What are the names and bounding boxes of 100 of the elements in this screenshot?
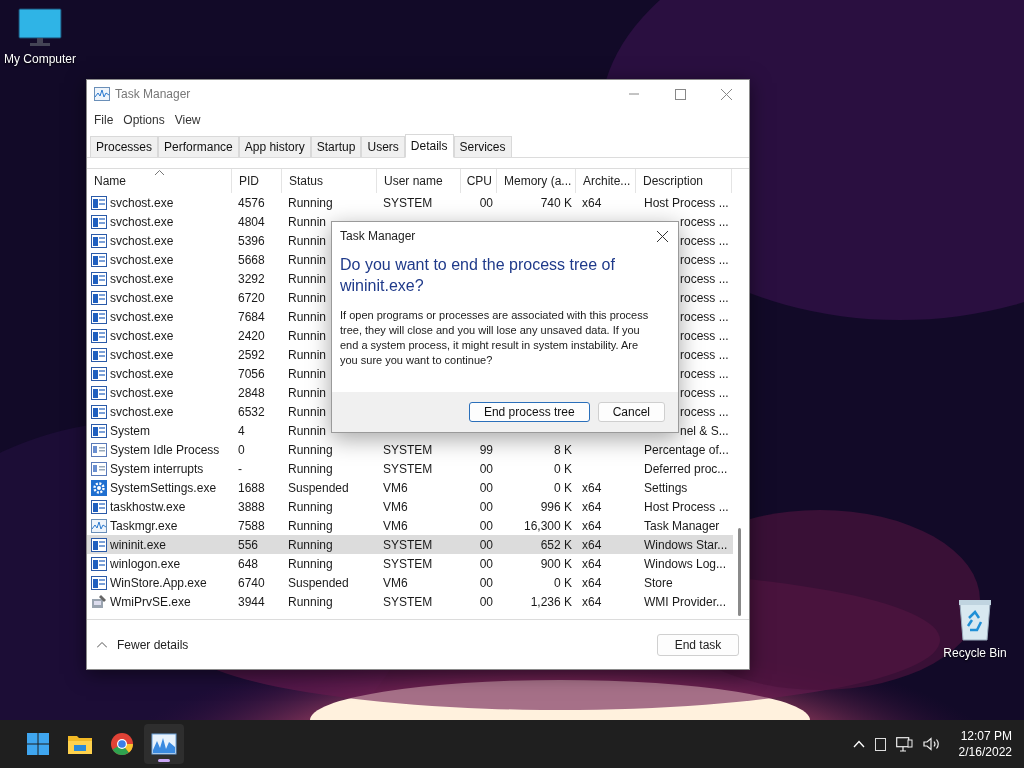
description-cell-text: WMI Provider...	[643, 593, 727, 611]
status-cell-text: Running	[287, 593, 334, 611]
process-name-cell: svchost.exe	[91, 383, 174, 402]
memory-cell-text: 996 K	[539, 498, 573, 516]
pid-cell-text: 7056	[237, 365, 266, 383]
dialog-message: If open programs or processes are associated with this process tree, they will close and you will lose any unsaved data. If you end a system process, it might result in system instability. Are you sure you want to continue?	[340, 308, 650, 368]
status-cell-text: Runnin	[287, 289, 328, 307]
description-cell-text: rocess ...	[679, 251, 730, 269]
pid-cell-text: 2592	[237, 346, 266, 364]
description-cell-text: rocess ...	[679, 403, 730, 421]
process-name-cell: svchost.exe	[91, 193, 174, 212]
pid-cell-text: 6532	[237, 403, 266, 421]
status-cell-text: Runnin	[287, 308, 328, 326]
user-cell-text: SYSTEM	[382, 194, 434, 212]
process-name-cell: taskhostw.exe	[91, 497, 186, 516]
process-name-cell: Taskmgr.exe	[91, 516, 178, 535]
architecture-cell-text: x64	[581, 574, 603, 592]
process-name-cell: System Idle Process	[91, 440, 220, 459]
pid-cell-text: 5668	[237, 251, 266, 269]
pid-cell-text: 6740	[237, 574, 266, 592]
user-cell-text: VM6	[382, 574, 409, 592]
cpu-cell-text: 00	[478, 593, 494, 611]
dialog-title: Task Manager	[340, 229, 416, 243]
pid-cell-text: 648	[237, 555, 260, 573]
memory-cell-text: 740 K	[539, 194, 573, 212]
description-cell-text: Windows Log...	[643, 555, 728, 573]
architecture-cell-text: x64	[581, 498, 603, 516]
user-cell-text: SYSTEM	[382, 555, 434, 573]
description-cell-text: rocess ...	[679, 308, 730, 326]
memory-cell-text: 1,236 K	[529, 593, 573, 611]
process-name-cell: svchost.exe	[91, 250, 174, 269]
architecture-cell-text: x64	[581, 555, 603, 573]
process-name-cell: System interrupts	[91, 459, 204, 478]
pid-cell-text: 3888	[237, 498, 266, 516]
user-cell-text: VM6	[382, 517, 409, 535]
status-cell-text: Suspended	[287, 479, 350, 497]
pid-cell-text: 4804	[237, 213, 266, 231]
user-cell-text: SYSTEM	[382, 441, 434, 459]
description-cell-text: rocess ...	[679, 270, 730, 288]
process-name-cell: svchost.exe	[91, 288, 174, 307]
process-name-cell: svchost.exe	[91, 364, 174, 383]
status-cell-text: Runnin	[287, 346, 328, 364]
architecture-cell-text: x64	[581, 517, 603, 535]
description-cell-text: Settings	[643, 479, 689, 497]
status-cell-text: Runnin	[287, 365, 328, 383]
process-name-cell: svchost.exe	[91, 307, 174, 326]
user-cell-text: VM6	[382, 479, 409, 497]
process-name-cell: WmiPrvSE.exe	[91, 592, 191, 611]
process-name-cell: svchost.exe	[91, 231, 174, 250]
memory-cell-text: 0 K	[553, 479, 573, 497]
cpu-cell-text: 00	[478, 460, 494, 478]
architecture-cell-text: x64	[581, 593, 603, 611]
pid-cell-text: 0	[237, 441, 246, 459]
process-name-cell: svchost.exe	[91, 326, 174, 345]
architecture-cell-text: x64	[581, 536, 603, 554]
description-cell-text: Windows Star...	[643, 536, 729, 554]
process-name-cell: winlogon.exe	[91, 554, 181, 573]
process-name-cell: System	[91, 421, 150, 440]
dialog-heading: Do you want to end the process tree of wininit.exe?	[340, 255, 616, 296]
description-cell-text: Host Process ...	[643, 194, 730, 212]
process-name-cell: svchost.exe	[91, 402, 174, 421]
pid-cell-text: 7684	[237, 308, 266, 326]
architecture-cell-text: x64	[581, 479, 603, 497]
description-cell-text: Store	[643, 574, 674, 592]
pid-cell-text: 2848	[237, 384, 266, 402]
status-cell-text: Runnin	[287, 422, 328, 440]
process-name-cell: SystemSettings.exe	[91, 478, 217, 497]
status-cell-text: Runnin	[287, 213, 328, 231]
cpu-cell-text: 00	[478, 555, 494, 573]
description-cell-text: rocess ...	[679, 327, 730, 345]
process-name-cell: wininit.exe	[91, 535, 167, 554]
description-cell-text: Percentage of...	[643, 441, 730, 459]
status-cell-text: Running	[287, 498, 334, 516]
description-cell-text: rocess ...	[679, 346, 730, 364]
memory-cell-text: 652 K	[539, 536, 573, 554]
pid-cell-text: 3292	[237, 270, 266, 288]
cpu-cell-text: 00	[478, 517, 494, 535]
description-cell-text: rocess ...	[679, 213, 730, 231]
process-name-cell: svchost.exe	[91, 212, 174, 231]
user-cell-text: SYSTEM	[382, 460, 434, 478]
memory-cell-text: 0 K	[553, 460, 573, 478]
pid-cell-text: 5396	[237, 232, 266, 250]
pid-cell-text: 2420	[237, 327, 266, 345]
pid-cell-text: 556	[237, 536, 260, 554]
status-cell-text: Runnin	[287, 270, 328, 288]
user-cell-text: VM6	[382, 498, 409, 516]
description-cell-text: rocess ...	[679, 365, 730, 383]
process-name-cell: svchost.exe	[91, 345, 174, 364]
user-cell-text: SYSTEM	[382, 593, 434, 611]
status-cell-text: Suspended	[287, 574, 350, 592]
process-name-cell: WinStore.App.exe	[91, 573, 207, 592]
pid-cell-text: 7588	[237, 517, 266, 535]
cpu-cell-text: 00	[478, 536, 494, 554]
pid-cell-text: 4576	[237, 194, 266, 212]
description-cell-text: Deferred proc...	[643, 460, 729, 478]
memory-cell-text: 900 K	[539, 555, 573, 573]
window-title: Task Manager	[115, 87, 192, 101]
description-cell-text: Task Manager	[643, 517, 721, 535]
description-cell-text: Host Process ...	[643, 498, 730, 516]
status-cell-text: Running	[287, 441, 334, 459]
